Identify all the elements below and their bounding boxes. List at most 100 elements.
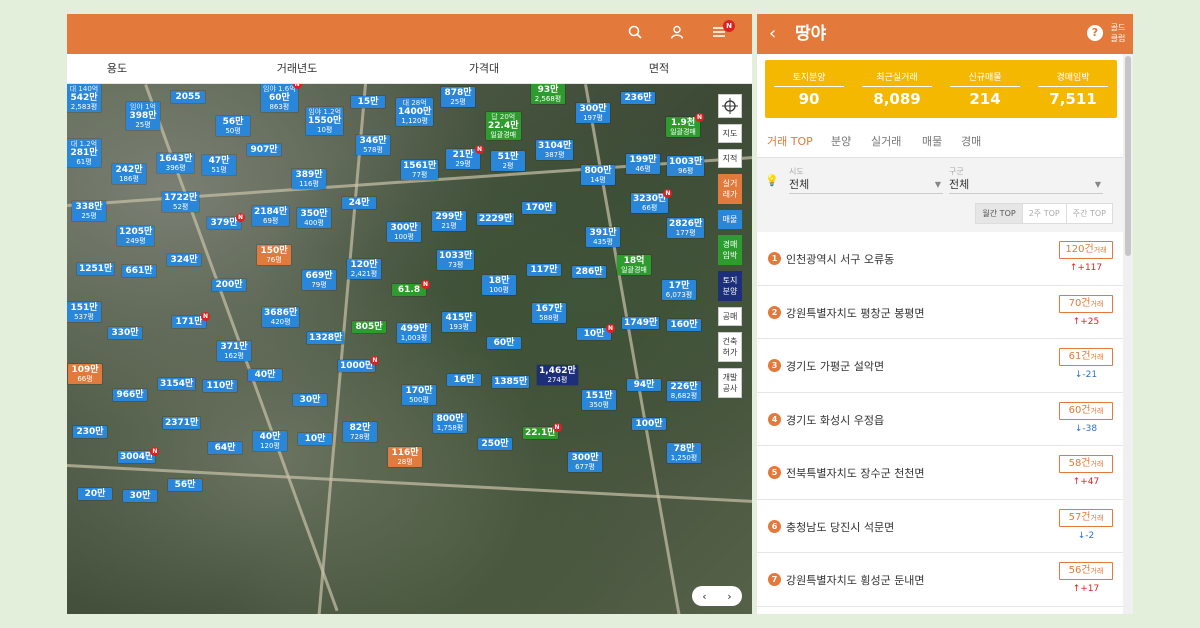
menu-icon[interactable]: N bbox=[709, 20, 735, 44]
price-marker[interactable]: 236만 bbox=[621, 92, 655, 105]
price-marker[interactable]: 907만 bbox=[247, 144, 281, 157]
price-marker[interactable]: 24만 bbox=[342, 197, 376, 210]
price-marker[interactable]: 226만 8,682평 bbox=[667, 381, 701, 402]
price-marker[interactable]: 60만 bbox=[487, 337, 521, 350]
price-marker[interactable]: 64만 bbox=[208, 442, 242, 455]
price-marker[interactable]: 3154만 bbox=[158, 378, 196, 391]
map-canvas[interactable]: 대 140억 542만 2,583평 임야 1억 398만 25평 2055 56만 50평 임야… bbox=[67, 84, 752, 614]
price-marker[interactable]: 78만 1,250평 bbox=[667, 443, 701, 464]
search-icon[interactable] bbox=[625, 24, 645, 44]
stat-land-sale[interactable]: 토지분양 90 bbox=[774, 70, 844, 108]
back-arrow-icon[interactable]: ‹ bbox=[769, 23, 776, 45]
price-marker[interactable]: 109만 66평 bbox=[68, 364, 102, 385]
price-marker[interactable]: 150만 76평 bbox=[257, 245, 291, 266]
price-marker[interactable]: 1385만 bbox=[492, 376, 530, 389]
filter-price-range[interactable]: 가격대 bbox=[469, 54, 499, 84]
ranking-item[interactable]: 1 인천광역시 서구 오류동 120건거래 ↑+117 bbox=[757, 232, 1123, 286]
price-marker[interactable]: 1033만 73평 bbox=[437, 250, 475, 271]
tab-real-trade[interactable]: 실거래 bbox=[871, 133, 901, 149]
tab-sale[interactable]: 분양 bbox=[831, 133, 851, 149]
price-marker[interactable]: 임야 1.6억 60만 863평 N bbox=[261, 84, 302, 113]
price-marker[interactable]: 170만 500평 bbox=[402, 385, 436, 406]
price-marker[interactable]: 94만 bbox=[627, 379, 661, 392]
price-marker[interactable]: 3104만 387평 bbox=[536, 140, 574, 161]
tab-listings[interactable]: 매물 bbox=[922, 133, 942, 149]
price-marker[interactable]: 3230만 66평 N bbox=[631, 189, 673, 214]
price-marker[interactable]: 300만 100평 bbox=[387, 222, 421, 243]
price-marker[interactable]: 10만 N bbox=[577, 324, 615, 341]
map-tool-button[interactable]: 실거래가 bbox=[718, 174, 742, 204]
price-marker[interactable]: 임야 1억 398만 25평 bbox=[126, 102, 160, 131]
price-marker[interactable]: 22.1만 N bbox=[523, 423, 562, 440]
map-tool-button[interactable]: 건축허가 bbox=[718, 332, 742, 362]
price-marker[interactable]: 21만 29평 N bbox=[446, 145, 484, 170]
price-marker[interactable]: 20만 bbox=[78, 488, 112, 501]
price-marker[interactable]: 1,462만 274평 bbox=[537, 365, 578, 386]
user-icon[interactable] bbox=[667, 24, 687, 44]
price-marker[interactable]: 966만 bbox=[113, 389, 147, 402]
ranking-item[interactable]: 6 충청남도 당진시 석문면 57건거래 ↓-2 bbox=[757, 500, 1123, 553]
panel-scrollbar[interactable] bbox=[1123, 54, 1133, 614]
price-marker[interactable]: 2184만 69평 bbox=[252, 206, 290, 227]
price-marker[interactable]: 1003만 96평 bbox=[667, 156, 705, 177]
map-tool-button[interactable]: 매물 bbox=[718, 210, 742, 229]
ranking-item[interactable]: 7 강원특별자치도 횡성군 둔내면 56건거래 ↑+17 bbox=[757, 553, 1123, 607]
price-marker[interactable]: 878만 25평 bbox=[441, 87, 475, 108]
price-marker[interactable]: 82만 728평 bbox=[343, 422, 377, 443]
target-icon[interactable] bbox=[718, 94, 742, 118]
price-marker[interactable]: 371만 162평 bbox=[217, 341, 251, 362]
price-marker[interactable]: 338만 25평 bbox=[72, 201, 106, 222]
price-marker[interactable]: 379만 N bbox=[207, 213, 245, 230]
price-marker[interactable]: 151만 537평 bbox=[67, 302, 101, 323]
price-marker[interactable]: 대 28억 1400만 1,120평 bbox=[396, 98, 434, 127]
price-marker[interactable]: 18억 일괄경매 bbox=[617, 255, 651, 276]
price-marker[interactable]: 300만 197평 bbox=[576, 103, 610, 124]
stat-auction-soon[interactable]: 경매임박 7,511 bbox=[1038, 70, 1108, 108]
price-marker[interactable]: 40만 120평 bbox=[253, 431, 287, 452]
price-marker[interactable]: 805만 bbox=[352, 321, 386, 334]
price-marker[interactable]: 324만 bbox=[167, 254, 201, 267]
price-marker[interactable]: 230만 bbox=[73, 426, 107, 439]
price-marker[interactable]: 170만 bbox=[522, 202, 556, 215]
price-marker[interactable]: 15만 bbox=[351, 96, 385, 109]
period-tab-monthly[interactable]: 월간 TOP bbox=[976, 204, 1023, 223]
ranking-item[interactable]: 5 전북특별자치도 장수군 천천면 58건거래 ↑+47 bbox=[757, 446, 1123, 500]
price-marker[interactable]: 2371만 bbox=[163, 417, 201, 430]
filter-usage[interactable]: 용도 bbox=[107, 54, 127, 84]
price-marker[interactable]: 1643만 396평 bbox=[157, 153, 195, 174]
ranking-item[interactable]: 3 경기도 가평군 설악면 61건거래 ↓-21 bbox=[757, 339, 1123, 393]
gold-club-link[interactable]: 골드클럽 bbox=[1109, 22, 1127, 44]
filter-area[interactable]: 면적 bbox=[649, 54, 669, 84]
map-tool-button[interactable]: 지도 bbox=[718, 124, 742, 143]
price-marker[interactable]: 151만 350평 bbox=[582, 390, 616, 411]
map-tool-button[interactable]: 개발공사 bbox=[718, 368, 742, 398]
price-marker[interactable]: 1000만 N bbox=[338, 356, 380, 373]
price-marker[interactable]: 1722만 52평 bbox=[162, 192, 200, 213]
period-tab-biweekly[interactable]: 2주 TOP bbox=[1023, 204, 1067, 223]
next-arrow-icon[interactable]: › bbox=[727, 590, 731, 603]
ranking-item[interactable]: 4 경기도 화성시 우정읍 60건거래 ↓-38 bbox=[757, 393, 1123, 446]
price-marker[interactable]: 299만 21평 bbox=[432, 211, 466, 232]
price-marker[interactable]: 40만 bbox=[248, 369, 282, 382]
price-marker[interactable]: 16만 bbox=[447, 374, 481, 387]
price-marker[interactable]: 대 140억 542만 2,583평 bbox=[67, 84, 101, 113]
price-marker[interactable]: 3686만 420평 bbox=[262, 307, 300, 328]
price-marker[interactable]: 1251만 bbox=[77, 263, 115, 276]
price-marker[interactable]: 286만 bbox=[572, 266, 606, 279]
district-select[interactable]: 전체 ▼ bbox=[949, 176, 1103, 194]
scroll-thumb[interactable] bbox=[1125, 56, 1131, 256]
price-marker[interactable]: 350만 400평 bbox=[297, 208, 331, 229]
price-marker[interactable]: 18만 100평 bbox=[482, 275, 516, 296]
price-marker[interactable]: 800만 1,758평 bbox=[433, 413, 467, 434]
price-marker[interactable]: 199만 46평 bbox=[626, 154, 660, 175]
price-marker[interactable]: 임야 1.2억 1550만 10평 bbox=[306, 107, 344, 136]
tab-auction[interactable]: 경매 bbox=[961, 133, 981, 149]
price-marker[interactable]: 30만 bbox=[293, 394, 327, 407]
map-tool-button[interactable]: 토지분양 bbox=[718, 271, 742, 301]
price-marker[interactable]: 116만 28평 bbox=[388, 447, 422, 468]
stat-recent-trades[interactable]: 최근실거래 8,089 bbox=[862, 70, 932, 108]
tab-trade-top[interactable]: 거래 TOP bbox=[767, 133, 813, 149]
map-tool-button[interactable]: 경매임박 bbox=[718, 235, 742, 265]
price-marker[interactable]: 1328만 bbox=[307, 332, 345, 345]
help-icon[interactable]: ? bbox=[1087, 25, 1103, 41]
